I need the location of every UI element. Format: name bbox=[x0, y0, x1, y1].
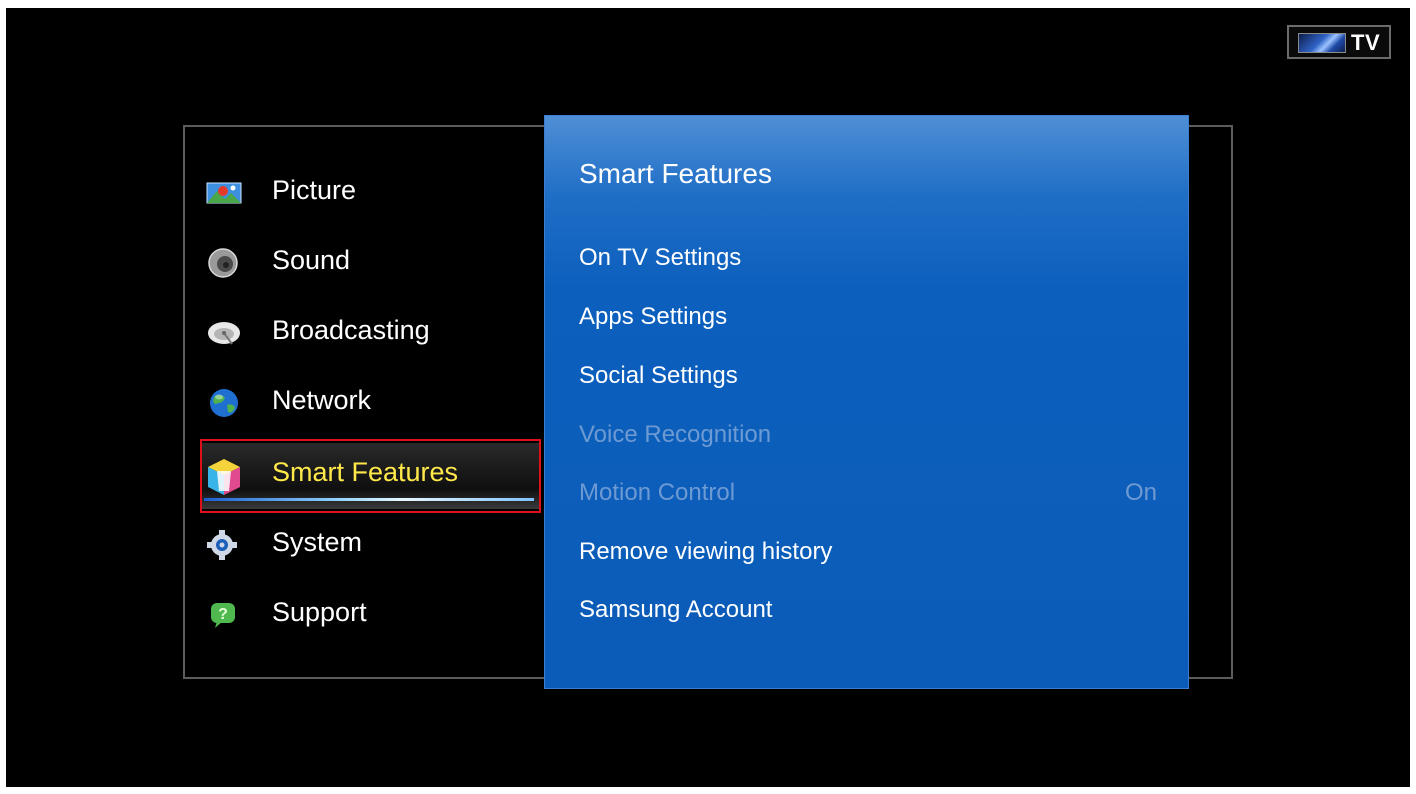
motion-control-value: On bbox=[1124, 479, 1157, 506]
main-menu-label: Sound bbox=[272, 245, 351, 275]
submenu-item-label: Social Settings bbox=[579, 362, 738, 389]
main-menu-item-support[interactable]: ? Support bbox=[200, 585, 540, 645]
tv-badge-label: TV bbox=[1351, 30, 1381, 55]
main-menu-item-system[interactable]: System bbox=[200, 515, 540, 575]
submenu-item-label: On TV Settings bbox=[579, 244, 742, 271]
picture-icon bbox=[205, 177, 243, 209]
main-menu-label: System bbox=[272, 527, 363, 557]
main-menu-label: Support bbox=[272, 597, 367, 627]
main-menu-item-network[interactable]: Network bbox=[200, 373, 540, 433]
main-menu-item-broadcasting[interactable]: Broadcasting bbox=[200, 303, 540, 363]
submenu-item-label: Voice Recognition bbox=[579, 421, 772, 448]
submenu-item-motion-control: Motion Control On bbox=[579, 473, 1157, 513]
submenu-item-voice-recognition: Voice Recognition bbox=[579, 415, 1157, 455]
submenu-item-on-tv-settings[interactable]: On TV Settings bbox=[579, 238, 1157, 278]
submenu-title: Smart Features bbox=[579, 158, 772, 189]
smart-features-submenu: Smart Features On TV Settings Apps Setti… bbox=[544, 115, 1189, 689]
svg-text:?: ? bbox=[218, 606, 228, 623]
submenu-item-label: Motion Control bbox=[579, 479, 736, 506]
main-menu-item-picture[interactable]: Picture bbox=[200, 163, 540, 223]
main-menu-label: Network bbox=[272, 385, 372, 415]
submenu-item-social-settings[interactable]: Social Settings bbox=[579, 356, 1157, 396]
globe-icon bbox=[205, 387, 243, 419]
tv-screen-icon bbox=[1298, 33, 1346, 53]
main-menu-item-sound[interactable]: Sound bbox=[200, 233, 540, 293]
submenu-item-label: Remove viewing history bbox=[579, 538, 833, 565]
submenu-item-label: Samsung Account bbox=[579, 596, 773, 623]
main-menu-label: Broadcasting bbox=[272, 315, 430, 345]
tv-source-badge: TV bbox=[1287, 25, 1391, 59]
satellite-dish-icon bbox=[205, 317, 243, 349]
speaker-icon bbox=[205, 247, 243, 279]
main-menu-label: Picture bbox=[272, 175, 357, 205]
submenu-item-samsung-account[interactable]: Samsung Account bbox=[579, 590, 1157, 630]
submenu-item-label: Apps Settings bbox=[579, 303, 728, 330]
help-bubble-icon: ? bbox=[205, 599, 243, 631]
focus-outline bbox=[200, 439, 541, 513]
submenu-item-apps-settings[interactable]: Apps Settings bbox=[579, 297, 1157, 337]
gear-icon bbox=[205, 529, 243, 561]
submenu-item-remove-viewing-history[interactable]: Remove viewing history bbox=[579, 532, 1157, 572]
